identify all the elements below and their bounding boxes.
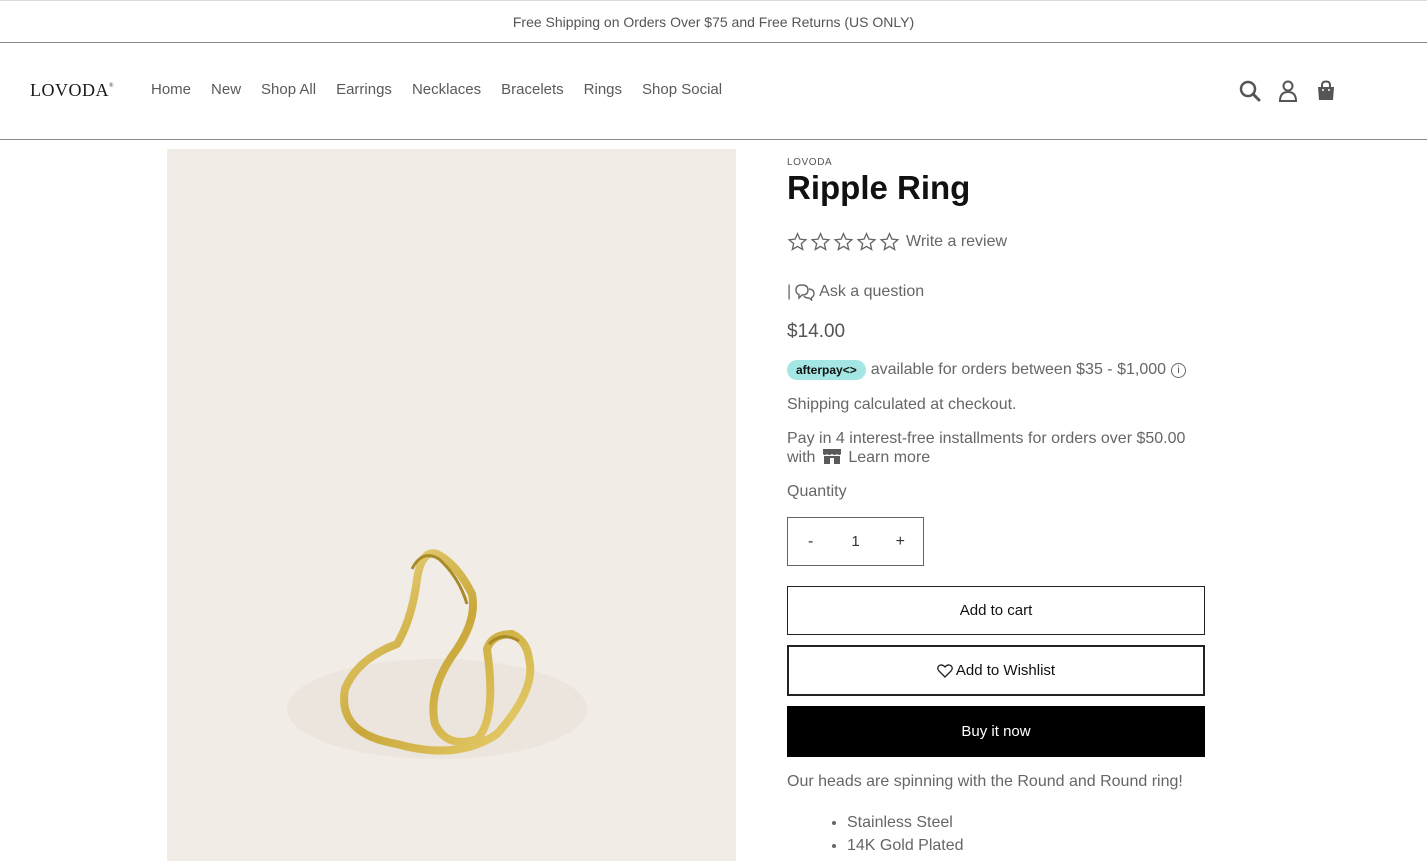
shop-pay-icon [822,449,841,465]
ring-illustration [287,549,587,759]
shipping-note: Shipping calculated at checkout. [787,396,1017,414]
nav-new[interactable]: New [201,77,251,102]
add-to-cart-button[interactable]: Add to cart [787,586,1205,636]
installments-note: Pay in 4 interest-free installments for … [787,430,1207,467]
quantity-stepper: - 1 + [787,517,924,567]
buy-now-label: Buy it now [961,723,1031,741]
main-nav: Home New Shop All Earrings Necklaces Bra… [141,77,732,102]
chat-bubbles-icon [795,284,815,302]
info-icon[interactable]: i [1171,362,1187,378]
ask-separator: | [787,283,792,301]
quantity-decrease-button[interactable]: - [788,533,833,551]
add-to-cart-label: Add to cart [959,602,1033,620]
afterpay-row: afterpay<> available for orders between … [787,360,1207,381]
nav-rings[interactable]: Rings [574,77,632,102]
star-empty-icon[interactable] [787,232,808,252]
nav-earrings[interactable]: Earrings [326,77,402,102]
nav-necklaces[interactable]: Necklaces [402,77,491,102]
announcement-text: Free Shipping on Orders Over $75 and Fre… [512,13,915,30]
feature-list: Stainless Steel 14K Gold Plated [787,811,1207,857]
feature-item: Stainless Steel [847,811,1207,834]
star-empty-icon[interactable] [879,232,900,252]
search-icon[interactable] [1236,77,1264,105]
heart-icon [936,664,953,678]
star-empty-icon[interactable] [833,232,854,252]
afterpay-text: available for orders between $35 - $1,00… [870,361,1167,379]
write-review-link[interactable]: Write a review [906,233,1007,251]
buy-now-button[interactable]: Buy it now [787,706,1205,758]
header-icons [1236,77,1340,105]
account-icon[interactable] [1274,77,1302,105]
product-image[interactable] [167,149,736,861]
learn-more-link[interactable]: Learn more [848,449,930,466]
star-empty-icon[interactable] [856,232,877,252]
product-price: $14.00 [787,321,846,343]
feature-item: 14K Gold Plated [847,834,1207,857]
quantity-increase-button[interactable]: + [878,533,923,551]
ask-question-link[interactable]: | Ask a question [787,283,1207,302]
star-empty-icon[interactable] [810,232,831,252]
nav-shop-social[interactable]: Shop Social [632,77,732,102]
nav-home[interactable]: Home [141,77,201,102]
ask-question-label: Ask a question [819,283,925,301]
add-to-wishlist-button[interactable]: Add to Wishlist [787,645,1205,697]
quantity-label: Quantity [787,483,847,501]
logo-text: LOVODA [30,80,109,100]
site-header: LOVODA® Home New Shop All Earrings Neckl… [0,43,1427,140]
cart-bag-icon[interactable] [1312,77,1340,105]
logo-mark: ® [109,83,115,89]
product-description: Our heads are spinning with the Round an… [787,773,1183,791]
add-to-wishlist-label: Add to Wishlist [955,662,1056,680]
rating-row: Write a review [787,232,1207,252]
nav-bracelets[interactable]: Bracelets [491,77,574,102]
installments-text: Pay in 4 interest-free installments for … [787,430,1186,467]
product-info: LOVODA Ripple Ring Write a review | Ask … [787,157,1207,857]
afterpay-badge: afterpay<> [787,360,866,381]
logo[interactable]: LOVODA® [30,80,114,101]
announcement-bar: Free Shipping on Orders Over $75 and Fre… [0,0,1427,43]
nav-shop-all[interactable]: Shop All [251,77,326,102]
product-title: Ripple Ring [787,169,971,206]
product-vendor: LOVODA [787,157,833,168]
quantity-input[interactable]: 1 [833,533,877,550]
